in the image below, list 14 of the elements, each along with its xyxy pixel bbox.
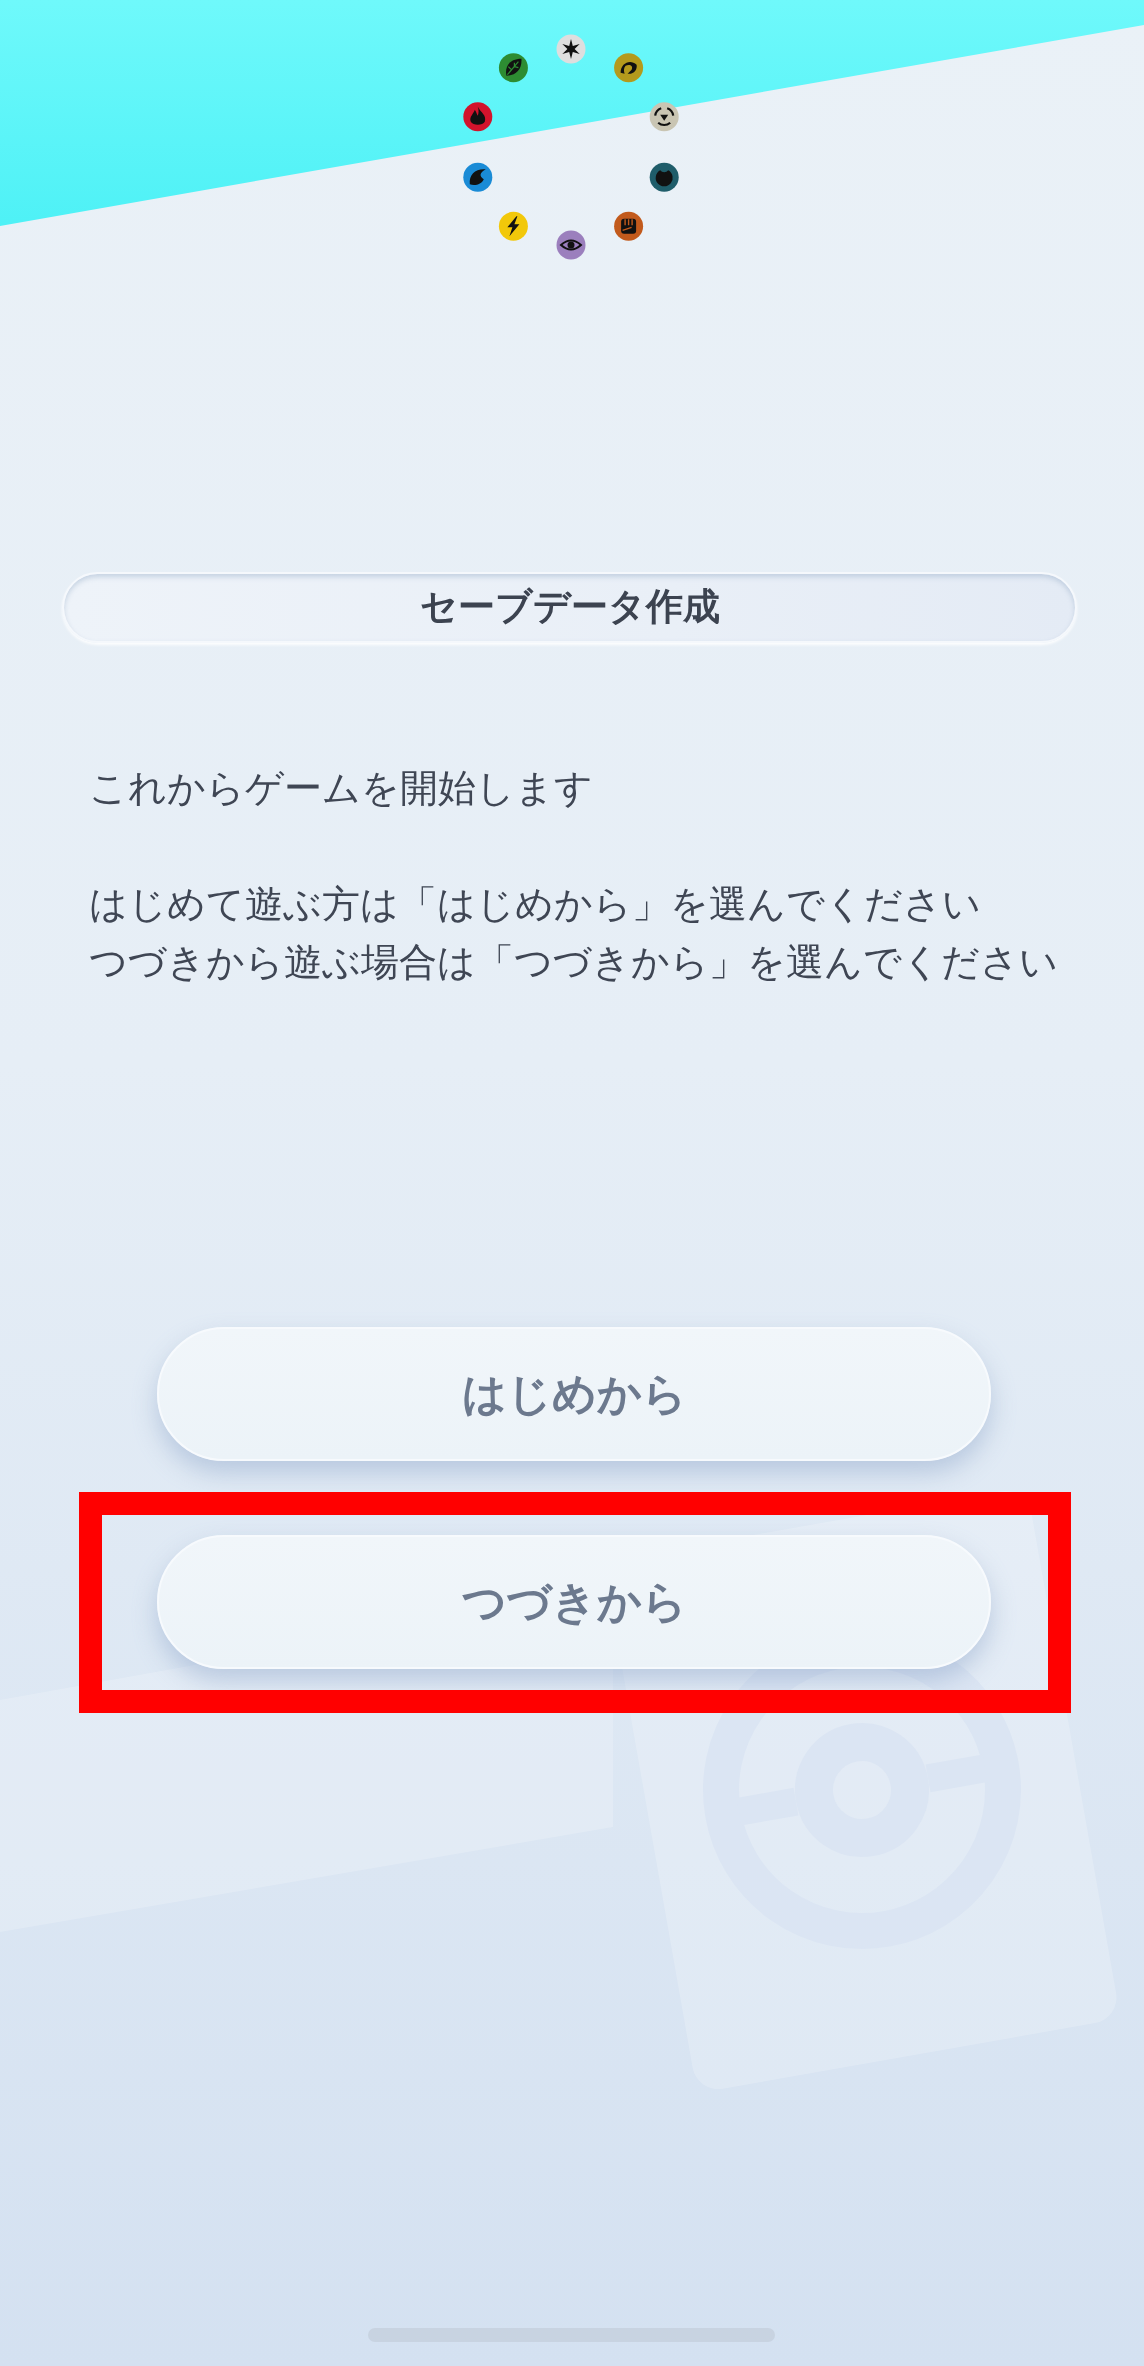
screen-title: セーブデータ作成 xyxy=(419,585,720,630)
leaf-icon xyxy=(498,53,528,83)
flame-icon xyxy=(463,102,493,132)
menu-button[interactable]: はじめから xyxy=(157,1327,991,1461)
fist-icon xyxy=(614,211,644,241)
instruction-text: はじめて遊ぶ方は「はじめから」を選んでください xyxy=(89,881,981,928)
menu-button[interactable]: つづきから xyxy=(157,1535,991,1669)
moon-icon xyxy=(649,162,679,192)
lightning-icon xyxy=(498,211,528,241)
instruction-text: つづきから遊ぶ場合は「つづきから」を選んでください xyxy=(89,939,1058,986)
wave-icon xyxy=(463,162,493,192)
eye-icon xyxy=(556,230,586,260)
intro-text: これからゲームを開始します xyxy=(89,765,593,812)
swirl-icon xyxy=(614,53,644,83)
